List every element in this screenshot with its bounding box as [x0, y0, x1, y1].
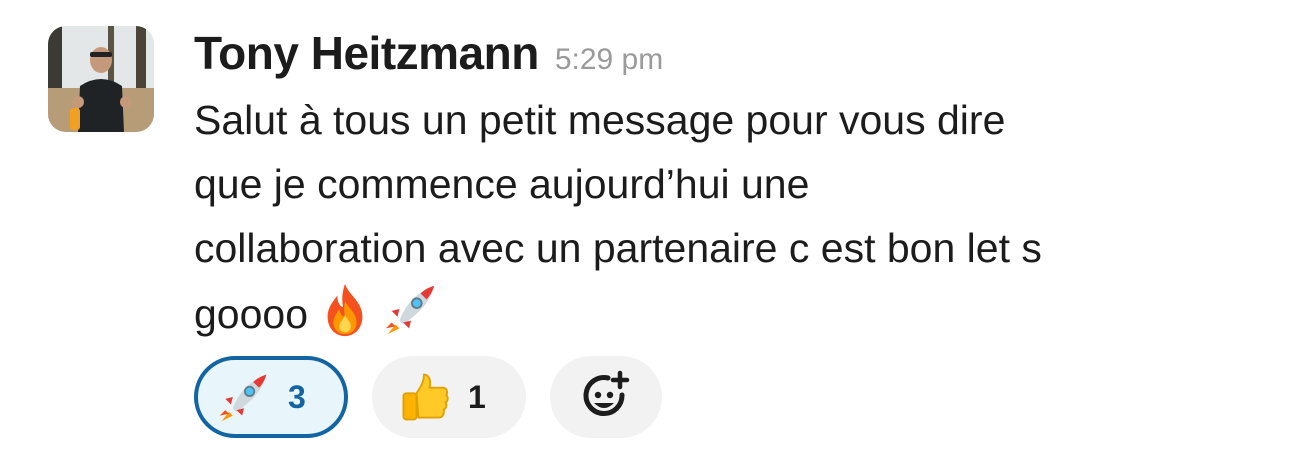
message-content: Tony Heitzmann 5:29 pm Salut à tous un p…	[194, 26, 1264, 346]
message: Tony Heitzmann 5:29 pm Salut à tous un p…	[48, 26, 1268, 456]
message-line: collaboration avec un partenaire c est b…	[194, 225, 1042, 271]
message-header: Tony Heitzmann 5:29 pm	[194, 26, 1264, 90]
avatar-photo	[48, 26, 154, 132]
fire-emoji	[327, 283, 363, 337]
message-line: que je commence aujourd’hui une	[194, 161, 810, 207]
reaction-thumbs-up[interactable]: 1	[372, 356, 526, 438]
author-name[interactable]: Tony Heitzmann	[194, 26, 539, 80]
reaction-count: 1	[468, 378, 486, 415]
avatar[interactable]	[48, 26, 154, 132]
rocket-emoji	[219, 374, 267, 422]
reaction-rocket[interactable]: 3	[194, 356, 348, 438]
message-text: Salut à tous un petit message pour vous …	[194, 88, 1264, 346]
message-line: Salut à tous un petit message pour vous …	[194, 97, 1006, 143]
message-line-last: goooo	[194, 280, 1264, 346]
message-line: goooo	[194, 291, 309, 337]
reactions-bar: 3 1	[194, 356, 662, 438]
timestamp[interactable]: 5:29 pm	[555, 43, 663, 77]
add-reaction-icon	[583, 370, 630, 417]
rocket-emoji	[385, 285, 435, 335]
reaction-count: 3	[288, 378, 306, 415]
add-reaction-button[interactable]	[550, 356, 662, 438]
thumbs-up-emoji	[402, 373, 449, 421]
